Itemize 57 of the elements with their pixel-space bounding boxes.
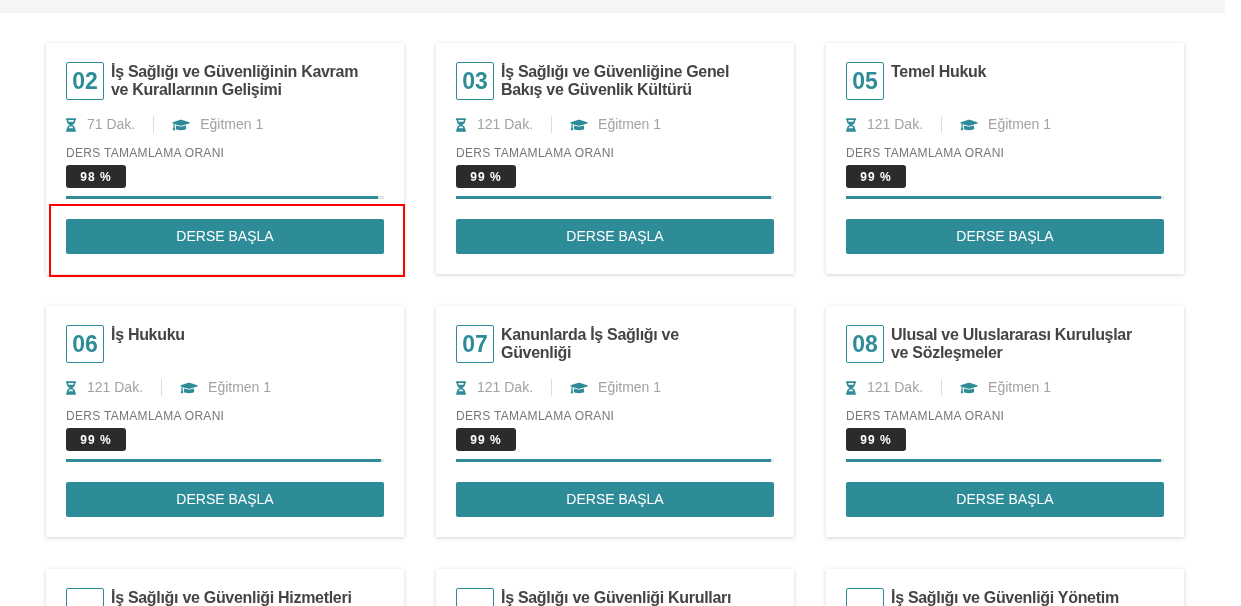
start-lesson-button[interactable]: DERSE BAŞLA [456, 482, 774, 517]
course-title: Ulusal ve Uluslararası Kuruluşlar ve Sözleşmeler [891, 325, 1133, 362]
hourglass-icon [846, 117, 856, 132]
instructor-text: Eğitmen 1 [598, 378, 662, 397]
hourglass-icon [456, 117, 466, 132]
course-title: İş Sağlığı ve Güvenliği Yönetim [891, 588, 1120, 606]
instructor-text: Eğitmen 1 [598, 115, 662, 134]
graduation-cap-icon [960, 380, 979, 395]
course-title: İş Sağlığı ve Güvenliğinin Kavram ve Kurallarının Gelişimi [111, 62, 360, 99]
duration-text: 121 Dak. [87, 378, 144, 397]
duration-text: 121 Dak. [867, 115, 924, 134]
progress-label: DERS TAMAMLAMA ORANI [456, 146, 616, 160]
lesson-number: 08 [846, 325, 884, 363]
graduation-cap-icon [180, 380, 199, 395]
progress-label: DERS TAMAMLAMA ORANI [66, 146, 226, 160]
hourglass-icon [456, 380, 466, 395]
duration-text: 121 Dak. [477, 115, 534, 134]
duration-text: 71 Dak. [87, 115, 136, 134]
graduation-cap-icon [570, 117, 589, 132]
instructor-text: Eğitmen 1 [208, 378, 272, 397]
progress-label: DERS TAMAMLAMA ORANI [846, 409, 1006, 423]
duration-text: 121 Dak. [477, 378, 534, 397]
instructor-text: Eğitmen 1 [200, 115, 264, 134]
course-title: Temel Hukuk [891, 62, 988, 81]
start-lesson-button[interactable]: DERSE BAŞLA [456, 219, 774, 254]
instructor-text: Eğitmen 1 [988, 378, 1052, 397]
progress-badge: 99 % [456, 165, 516, 188]
course-title: İş Sağlığı ve Güvenliği Hizmetleri [111, 588, 353, 606]
start-lesson-button[interactable]: DERSE BAŞLA [846, 219, 1164, 254]
start-lesson-button[interactable]: DERSE BAŞLA [66, 482, 384, 517]
start-lesson-button[interactable]: DERSE BAŞLA [66, 219, 384, 254]
instructor-text: Eğitmen 1 [988, 115, 1052, 134]
hourglass-icon [66, 380, 76, 395]
progress-label: DERS TAMAMLAMA ORANI [846, 146, 1006, 160]
progress-badge: 99 % [846, 428, 906, 451]
graduation-cap-icon [172, 117, 191, 132]
progress-label: DERS TAMAMLAMA ORANI [456, 409, 616, 423]
hourglass-icon [846, 380, 856, 395]
progress-badge: 99 % [846, 165, 906, 188]
course-title: İş Sağlığı ve Güvenliğine Genel Bakış ve Güvenlik Kültürü [501, 62, 731, 99]
progress-badge: 98 % [66, 165, 126, 188]
lesson-number: 07 [456, 325, 494, 363]
lesson-number: 06 [66, 325, 104, 363]
lesson-number: 05 [846, 62, 884, 100]
course-title: İş Hukuku [111, 325, 186, 344]
start-lesson-button[interactable]: DERSE BAŞLA [846, 482, 1164, 517]
course-title: Kanunlarda İş Sağlığı ve Güvenliği [501, 325, 680, 362]
progress-label: DERS TAMAMLAMA ORANI [66, 409, 226, 423]
hourglass-icon [66, 117, 76, 132]
lesson-number: 02 [66, 62, 104, 100]
progress-badge: 99 % [66, 428, 126, 451]
duration-text: 121 Dak. [867, 378, 924, 397]
lesson-number: 03 [456, 62, 494, 100]
graduation-cap-icon [570, 380, 589, 395]
progress-badge: 99 % [456, 428, 516, 451]
graduation-cap-icon [960, 117, 979, 132]
course-title: İş Sağlığı ve Güvenliği Kurulları [501, 588, 733, 606]
